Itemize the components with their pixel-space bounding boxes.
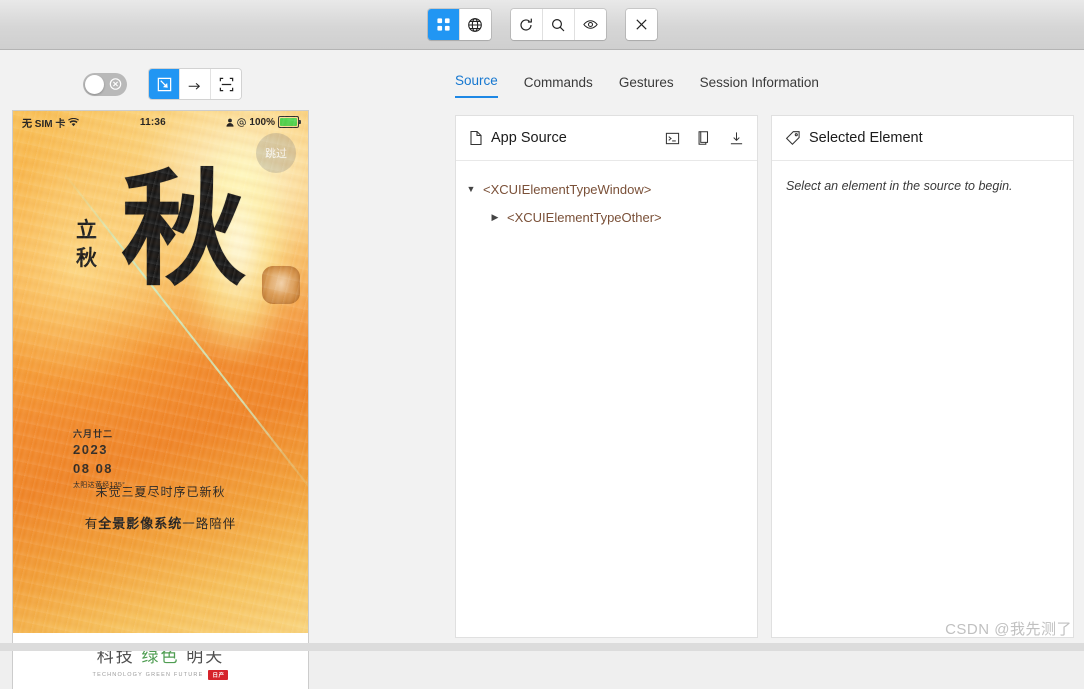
tab-gestures[interactable]: Gestures xyxy=(619,75,674,98)
date-block: 六月廿二 2023 08 08 太阳达黄经135° xyxy=(73,428,125,491)
file-icon xyxy=(470,130,482,146)
inspector-panels: App Source ▼ <XCUIElementTypeWindow> ▶ <… xyxy=(455,115,1074,638)
inspect-eye-button[interactable] xyxy=(574,9,606,40)
globe-view-button[interactable] xyxy=(459,9,491,40)
at-icon xyxy=(237,117,247,127)
screenshot-toolbar xyxy=(0,62,324,106)
search-button[interactable] xyxy=(542,9,575,40)
grid-view-button[interactable] xyxy=(427,9,460,40)
slogan-post: 一路陪伴 xyxy=(182,517,237,531)
chevron-right-icon[interactable]: ▶ xyxy=(490,212,500,222)
close-group xyxy=(625,9,657,40)
battery-fill xyxy=(280,118,297,126)
status-left: 无 SIM 卡 xyxy=(22,115,80,130)
footer-subtext: TECHNOLOGY GREEN FUTURE xyxy=(92,672,204,678)
window-titlebar xyxy=(0,0,1084,50)
selected-element-title: Selected Element xyxy=(809,130,923,146)
status-time: 11:36 xyxy=(139,116,166,128)
terminal-button[interactable] xyxy=(665,131,680,146)
device-screenshot[interactable]: 无 SIM 卡 11:36 100% 跳过 立 秋 秋 六月廿二 2023 08… xyxy=(13,111,308,689)
lunar-date: 六月廿二 xyxy=(73,429,114,439)
battery-percent-label: 100% xyxy=(249,116,275,128)
crop-frame-icon xyxy=(219,77,233,91)
close-session-button[interactable] xyxy=(625,9,657,40)
battery-icon xyxy=(278,116,301,128)
inspector-tabs: Source Commands Gestures Session Informa… xyxy=(455,64,819,98)
splash-artwork: 无 SIM 卡 11:36 100% 跳过 立 秋 秋 六月廿二 2023 08… xyxy=(13,111,308,633)
crop-frame-tool-button[interactable] xyxy=(211,69,241,99)
source-refresh-toggle[interactable] xyxy=(83,72,127,96)
swipe-arrow-icon xyxy=(188,83,200,90)
copy-icon xyxy=(698,131,709,145)
selected-element-header: Selected Element xyxy=(772,116,1073,161)
splash-footer: 科技 绿色 明天 TECHNOLOGY GREEN FUTURE 日产 xyxy=(13,633,308,689)
toggle-knob xyxy=(85,74,104,94)
swipe-tool-button[interactable] xyxy=(180,69,211,99)
close-icon xyxy=(635,19,647,30)
wifi-icon xyxy=(68,117,80,126)
carrier-label: 无 SIM 卡 xyxy=(22,118,66,130)
tree-node-label: <XCUIElementTypeWindow> xyxy=(483,181,652,197)
app-source-actions xyxy=(665,130,744,146)
slogan-line-1: 未觉三夏尽时序已新秋 xyxy=(95,485,226,499)
tree-node-label: <XCUIElementTypeOther> xyxy=(507,209,662,225)
globe-icon xyxy=(468,17,482,32)
person-icon xyxy=(226,118,234,127)
date-year: 2023 xyxy=(73,442,108,458)
search-icon xyxy=(551,18,565,31)
selected-element-panel: Selected Element Select an element in th… xyxy=(771,115,1074,638)
cursor-select-icon xyxy=(157,77,171,91)
slogan-pre: 有 xyxy=(84,517,99,531)
refresh-icon xyxy=(520,18,532,31)
copy-button[interactable] xyxy=(697,130,712,146)
eye-icon xyxy=(582,20,598,29)
screenshot-pane: 无 SIM 卡 11:36 100% 跳过 立 秋 秋 六月廿二 2023 08… xyxy=(0,50,440,689)
download-icon xyxy=(730,131,743,144)
interaction-tool-group xyxy=(149,69,241,99)
app-source-panel: App Source ▼ <XCUIElementTypeWindow> ▶ <… xyxy=(455,115,758,638)
app-source-title: App Source xyxy=(491,130,567,146)
window-bottom-strip xyxy=(0,643,1084,651)
slogan-line-2: 有全景影像系统一路陪伴 xyxy=(13,513,308,532)
view-mode-group xyxy=(427,9,491,40)
x-circle-icon xyxy=(109,78,122,90)
tab-source[interactable]: Source xyxy=(455,73,498,98)
app-source-tree: ▼ <XCUIElementTypeWindow> ▶ <XCUIElement… xyxy=(456,161,757,637)
terminal-icon xyxy=(665,132,680,144)
artwork-square-accent xyxy=(262,266,300,304)
brush-calligraphy-text: 立秋 xyxy=(76,217,97,271)
app-source-header: App Source xyxy=(456,116,757,161)
slogan-bold: 全景影像系统 xyxy=(98,516,183,531)
tag-icon xyxy=(785,131,800,145)
tab-commands[interactable]: Commands xyxy=(524,75,593,98)
empty-state-message: Select an element in the source to begin… xyxy=(786,179,1013,193)
skip-button[interactable]: 跳过 xyxy=(256,133,296,173)
tree-node-window[interactable]: ▼ <XCUIElementTypeWindow> xyxy=(466,175,747,203)
grid-icon xyxy=(436,18,450,31)
session-actions-group xyxy=(510,9,606,40)
brand-logo: 日产 xyxy=(208,670,229,680)
tree-node-other[interactable]: ▶ <XCUIElementTypeOther> xyxy=(466,203,747,231)
select-tool-button[interactable] xyxy=(149,69,180,99)
titlebar-button-groups xyxy=(427,9,657,40)
inspector-pane: Source Commands Gestures Session Informa… xyxy=(440,50,1084,651)
status-right: 100% xyxy=(226,116,301,128)
chevron-down-icon[interactable]: ▼ xyxy=(466,184,476,194)
refresh-button[interactable] xyxy=(510,9,543,40)
selected-element-body: Select an element in the source to begin… xyxy=(772,161,1073,637)
date-month-day: 08 08 xyxy=(73,460,114,476)
ios-status-bar: 无 SIM 卡 11:36 100% xyxy=(13,111,308,133)
big-character: 秋 xyxy=(121,158,246,303)
footer-subline: TECHNOLOGY GREEN FUTURE 日产 xyxy=(93,670,229,680)
download-button[interactable] xyxy=(729,131,744,146)
tab-session-information[interactable]: Session Information xyxy=(700,75,819,98)
slogan-block: 未觉三夏尽时序已新秋 有全景影像系统一路陪伴 xyxy=(13,483,308,532)
